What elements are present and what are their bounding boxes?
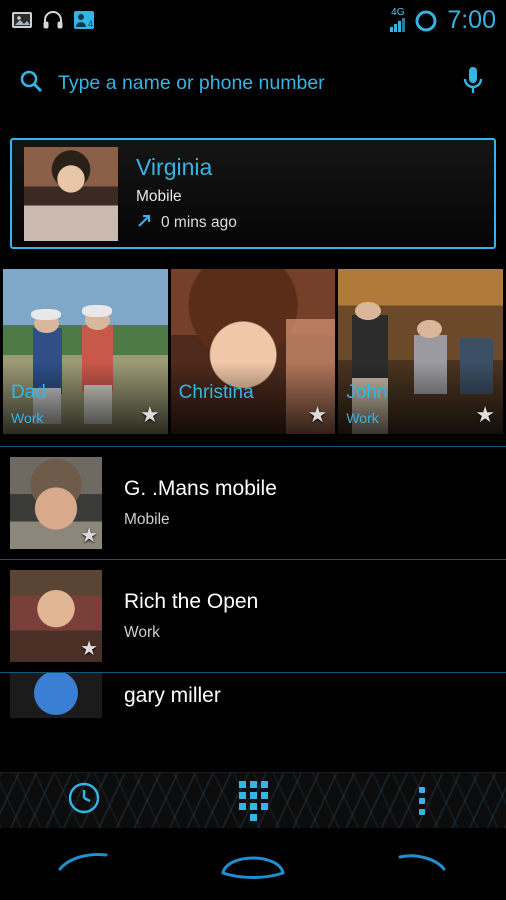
contact-name: G. .Mans mobile xyxy=(124,477,277,500)
recent-contact-info: Virginia Mobile 0 mins ago xyxy=(136,154,237,234)
recents-icon xyxy=(394,849,450,880)
contact-number-type: Work xyxy=(124,624,160,641)
contact-name: gary miller xyxy=(124,683,221,707)
contacts-list[interactable]: Virginia Mobile 0 mins ago Dad Work ★ Ch… xyxy=(0,126,506,772)
call-status-row: 0 mins ago xyxy=(136,213,237,234)
contact-row[interactable]: gary miller xyxy=(0,672,506,718)
sync-circle-icon xyxy=(413,8,437,32)
svg-text:4: 4 xyxy=(88,19,93,29)
contact-info: gary miller xyxy=(124,684,221,708)
recent-calls-clock-icon xyxy=(67,781,101,820)
dialpad-icon xyxy=(238,780,268,821)
home-icon xyxy=(217,845,289,884)
default-avatar-icon xyxy=(10,673,102,718)
tab-dialpad[interactable] xyxy=(169,780,338,821)
star-icon[interactable]: ★ xyxy=(140,404,160,426)
status-bar: 4 4G 7:00 xyxy=(0,0,506,40)
contact-number-type: Mobile xyxy=(136,187,182,205)
star-icon[interactable]: ★ xyxy=(475,404,495,426)
contact-name: Virginia xyxy=(136,153,213,180)
star-icon[interactable]: ★ xyxy=(308,404,328,426)
contacts-sync-icon: 4 xyxy=(72,8,96,32)
search-icon xyxy=(18,68,44,99)
headphones-icon xyxy=(41,8,65,32)
nav-home-button[interactable] xyxy=(169,845,338,884)
status-notification-icons: 4 xyxy=(10,8,96,32)
contact-name: Rich the Open xyxy=(124,590,259,613)
favorite-tile[interactable]: Dad Work ★ xyxy=(3,269,168,434)
favorite-name: John xyxy=(346,382,388,403)
avatar xyxy=(24,146,118,241)
tab-overflow-menu[interactable] xyxy=(337,786,506,815)
phone-app-screen: 4 4G 7:00 Type a name or phone number Vi… xyxy=(0,0,506,900)
star-icon[interactable]: ★ xyxy=(80,638,98,660)
avatar-wrap xyxy=(10,673,102,718)
contact-info: Rich the Open Work xyxy=(124,590,258,642)
microphone-icon[interactable] xyxy=(458,64,488,103)
nav-recents-button[interactable] xyxy=(337,849,506,880)
search-input[interactable]: Type a name or phone number xyxy=(18,68,458,99)
status-clock: 7:00 xyxy=(447,5,496,34)
system-navigation-bar[interactable] xyxy=(0,828,506,900)
favorites-strip[interactable]: Dad Work ★ Christina ★ John Work ★ xyxy=(0,269,506,434)
favorite-name: Christina xyxy=(178,382,254,403)
contact-info: G. .Mans mobile Mobile xyxy=(124,477,277,529)
search-bar[interactable]: Type a name or phone number xyxy=(0,40,506,126)
search-placeholder: Type a name or phone number xyxy=(58,71,325,94)
nav-back-button[interactable] xyxy=(0,849,169,880)
contact-row[interactable]: ★ G. .Mans mobile Mobile xyxy=(0,446,506,559)
contact-row[interactable]: ★ Rich the Open Work xyxy=(0,559,506,672)
favorite-name: Dad xyxy=(11,382,46,403)
favorite-type: Work xyxy=(346,410,379,426)
tab-recent-calls[interactable] xyxy=(0,781,169,820)
contact-number-type: Mobile xyxy=(124,511,170,528)
outgoing-call-arrow-icon xyxy=(136,213,152,234)
bottom-tab-bar[interactable] xyxy=(0,772,506,828)
call-time: 0 mins ago xyxy=(161,214,237,231)
favorite-tile[interactable]: Christina ★ xyxy=(170,269,336,434)
avatar-wrap: ★ xyxy=(10,570,102,662)
favorite-type: Work xyxy=(11,410,44,426)
gallery-icon xyxy=(10,8,34,32)
status-right-cluster: 4G 7:00 xyxy=(390,6,496,35)
favorite-tile[interactable]: John Work ★ xyxy=(338,269,504,434)
recent-contact-card[interactable]: Virginia Mobile 0 mins ago xyxy=(10,138,496,249)
overflow-menu-icon xyxy=(418,786,425,815)
star-icon[interactable]: ★ xyxy=(80,525,98,547)
back-icon xyxy=(56,849,112,880)
avatar-wrap: ★ xyxy=(10,457,102,549)
signal-strength-icon xyxy=(390,16,406,32)
